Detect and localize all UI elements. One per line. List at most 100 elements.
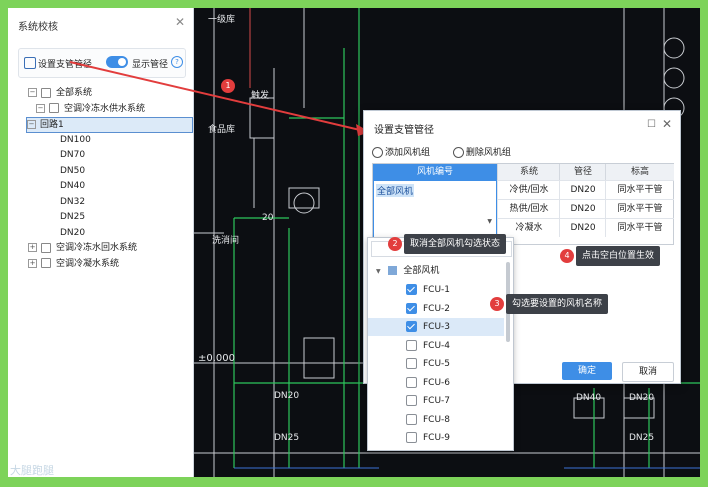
tree-node[interactable]: + 空调冷冻水回水系统 [28, 241, 137, 255]
tree-node[interactable]: DN20 [60, 226, 85, 240]
cancel-button[interactable]: 取消 [622, 362, 674, 382]
fan-option[interactable]: FCU-6 [368, 374, 504, 392]
fan-option-label: FCU-4 [423, 340, 451, 351]
fan-option-checkbox[interactable] [406, 413, 417, 425]
cad-text: 20 [262, 213, 274, 223]
expand-icon[interactable]: + [28, 258, 37, 268]
fan-option-checkbox[interactable] [406, 358, 417, 369]
cad-text: DN25 [274, 433, 300, 443]
fan-icon [372, 147, 383, 158]
help-icon[interactable]: ? [171, 56, 183, 68]
branch-pipe-icon [24, 57, 36, 69]
tree-node-label: DN40 [60, 181, 86, 191]
collapse-icon[interactable]: − [36, 103, 45, 113]
grid-cell[interactable]: 热供/回水 [497, 199, 560, 218]
dialog-title: 设置支管管径 [374, 125, 434, 136]
fan-option-checkbox[interactable] [406, 376, 417, 388]
show-pipe-label: 显示管径 [132, 60, 169, 70]
cad-text: ±0.000 [198, 353, 236, 364]
cad-text: DN20 [274, 391, 300, 401]
panel-toolbar: 设置支管管径 显示管径 ? [18, 48, 186, 78]
fan-id-cell[interactable]: 全部风机 ▼ [373, 180, 497, 242]
callout-tip-3: 勾选要设置的风机名称 [506, 294, 609, 314]
fan-option[interactable]: FCU-7 [368, 392, 504, 410]
tree-node[interactable]: − 回路1 [26, 117, 193, 133]
collapse-icon[interactable]: − [28, 88, 37, 97]
grid-cell[interactable]: 同水平干管 [605, 180, 674, 199]
fan-option[interactable]: FCU-3 [368, 318, 504, 336]
fan-option[interactable]: FCU-4 [368, 337, 504, 355]
maximize-icon[interactable]: ☐ [647, 119, 656, 130]
grid-cell[interactable]: DN20 [559, 199, 606, 218]
tree-checkbox[interactable] [49, 103, 59, 113]
tree-checkbox[interactable] [41, 87, 51, 98]
fan-option-label: FCU-7 [423, 396, 451, 406]
callout-tip-4: 点击空白位置生效 [576, 246, 661, 266]
callout-badge-1: 1 [221, 79, 235, 93]
tree-node[interactable]: DN32 [60, 195, 85, 209]
grid-cell[interactable]: DN20 [559, 218, 606, 237]
fan-option-checkbox[interactable] [406, 432, 417, 443]
grid-cell[interactable]: 同水平干管 [605, 199, 674, 218]
grid-cell[interactable]: 冷凝水 [497, 218, 560, 237]
tree-node[interactable]: DN25 [60, 210, 85, 224]
fan-option-checkbox[interactable] [406, 339, 417, 351]
fan-option-label: FCU-9 [423, 433, 451, 443]
pipe-grid: 风机编号 全部风机 ▼ 系统 管径 标高 冷供/回水 DN20 同水平干管 热供/回水… [372, 163, 674, 245]
tree-node-label: 回路1 [40, 120, 64, 130]
caret-down-icon: ▼ [376, 268, 381, 275]
delete-fan-group-button[interactable]: 删除风机组 [452, 147, 521, 158]
fan-option-checkbox[interactable] [406, 302, 417, 314]
tree-node[interactable]: − 全部系统 [28, 86, 92, 100]
fan-option-label: FCU-3 [423, 322, 451, 332]
tree-node[interactable]: DN40 [60, 179, 85, 193]
show-pipe-toggle[interactable] [106, 56, 128, 68]
grid-cell[interactable]: 冷供/回水 [497, 180, 560, 199]
cad-text: DN20 [629, 393, 655, 403]
trigger-label: 触发 [251, 91, 270, 101]
system-check-panel: 系统校核 ✕ 设置支管管径 显示管径 ? − 全部系统 − 空调冷冻水供水系统 − 回路1… [8, 8, 194, 477]
tree-node[interactable]: DN70 [60, 148, 85, 162]
tree-node[interactable]: DN50 [60, 164, 85, 178]
tree-node-label: 空调冷冻水回水系统 [56, 243, 138, 253]
dialog-toolbar: 添加风机组 删除风机组 [372, 145, 531, 158]
tree-node-label: DN32 [60, 196, 86, 207]
fan-option[interactable]: FCU-8 [368, 411, 504, 429]
add-fan-group-label: 添加风机组 [385, 148, 431, 158]
column-header-diameter: 管径 [559, 164, 606, 180]
fan-option[interactable]: FCU-1 [368, 281, 504, 299]
tree-node[interactable]: + 空调冷凝水系统 [28, 257, 119, 271]
tree-node-label: 空调冷冻水供水系统 [64, 103, 146, 114]
column-header-elevation: 标高 [605, 164, 674, 180]
column-header-system: 系统 [497, 164, 560, 180]
add-fan-group-button[interactable]: 添加风机组 [372, 147, 440, 158]
fan-id-value: 全部风机 [376, 184, 415, 197]
grid-cell[interactable]: 同水平干管 [605, 218, 674, 237]
set-branch-pipe-button[interactable]: 设置支管管径 [38, 57, 92, 70]
confirm-button[interactable]: 确定 [562, 362, 612, 380]
collapse-icon[interactable]: − [27, 120, 36, 129]
fan-option-label: FCU-5 [423, 359, 451, 369]
close-icon[interactable]: ✕ [175, 15, 185, 29]
tree-node-label: DN20 [60, 227, 86, 238]
dropdown-root[interactable]: ▼ 全部风机 [376, 262, 512, 280]
fan-option[interactable]: FCU-2 [368, 300, 504, 318]
fan-option-checkbox[interactable] [406, 321, 417, 332]
chevron-down-icon[interactable]: ▼ [487, 218, 492, 225]
tree-node-label: DN100 [60, 134, 91, 145]
expand-icon[interactable]: + [28, 243, 37, 252]
cad-text: 一级库 [208, 15, 236, 25]
cad-text: DN40 [576, 393, 602, 403]
fan-option-checkbox[interactable] [406, 284, 417, 295]
tree-checkbox[interactable] [41, 242, 51, 253]
tree-node[interactable]: DN100 [60, 133, 91, 147]
tree-checkbox[interactable] [41, 258, 51, 268]
fan-option-checkbox[interactable] [406, 395, 417, 406]
fan-option[interactable]: FCU-5 [368, 355, 504, 373]
tree-node[interactable]: − 空调冷冻水供水系统 [36, 102, 145, 116]
fan-option-label: FCU-8 [423, 414, 451, 425]
fan-option[interactable]: FCU-9 [368, 429, 504, 447]
close-icon[interactable]: ✕ [662, 117, 672, 131]
grid-cell[interactable]: DN20 [559, 180, 606, 199]
cad-text: 食品库 [208, 125, 236, 135]
